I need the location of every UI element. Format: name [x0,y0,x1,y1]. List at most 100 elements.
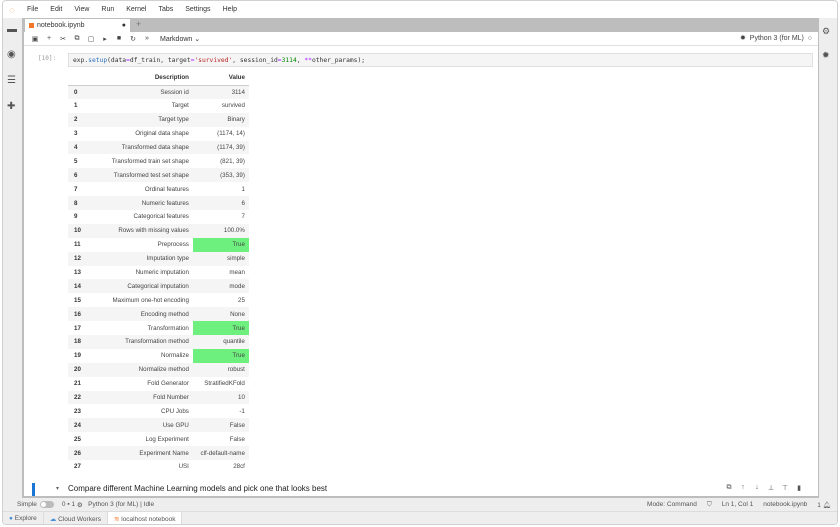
save-icon[interactable]: ▣ [28,35,42,43]
duplicate-cell-icon[interactable]: ⧉ [722,484,736,492]
copy-icon[interactable]: ⧉ [70,35,84,43]
row-value: mode [192,279,249,294]
table-row: 25 Log Experiment False [68,432,249,446]
code-cell-input[interactable]: exp.setup(data=df_train, target='survive… [68,53,813,67]
menu-settings[interactable]: Settings [179,6,216,13]
insert-above-icon[interactable]: ⊥ [764,484,778,492]
table-row: 27 USI 28cf [68,460,249,474]
row-index: 9 [74,213,78,221]
terminal-count[interactable]: 0 [62,501,66,508]
row-description: Imputation type [84,251,193,266]
menu-tabs[interactable]: Tabs [152,6,179,13]
table-row: 5 Transformed train set shape (821, 39) [68,154,249,168]
code-token: 3114 [281,57,297,64]
unsaved-indicator[interactable]: ● [122,22,126,29]
notebook-content: [10]: exp.setup(data=df_train, target='s… [24,46,818,496]
table-row: 8 Numeric features 6 [68,196,249,211]
kernel-count[interactable]: 1 [71,501,75,508]
move-down-icon[interactable]: ↓ [750,484,764,492]
table-row: 6 Transformed test set shape (353, 39) [68,168,249,183]
row-index: 27 [74,463,81,471]
row-value: 1 [241,185,245,193]
row-index: 11 [74,241,81,249]
cut-icon[interactable]: ✂ [56,35,70,43]
insert-below-icon[interactable]: ⊤ [778,484,792,492]
property-inspector-icon[interactable]: ⚙ [822,26,830,37]
stop-icon[interactable]: ■ [112,35,126,42]
table-row: 13 Numeric imputation mean [68,266,249,280]
running-icon[interactable]: ◉ [7,49,16,60]
code-token: setup [88,57,108,64]
menu-kernel[interactable]: Kernel [120,6,152,13]
left-sidebar: ▬ ◉ ☰ ✚ [3,18,22,498]
paste-icon[interactable]: ▢ [84,35,98,43]
debugger-icon[interactable]: ✹ [822,50,830,61]
row-description: Categorical imputation [84,279,193,294]
tab-title: notebook.ipynb [37,22,85,29]
new-tab-button[interactable]: + [133,19,144,32]
row-description: Transformation [147,324,189,332]
header-index [68,71,85,86]
notebook-icon [29,23,34,28]
row-value: True [192,237,249,252]
trust-icon[interactable]: ⛉ [707,501,712,509]
row-description: USI [178,463,189,471]
header-description: Description [84,71,193,86]
header-value: Value [192,71,249,86]
cell-type-select[interactable]: Markdown ⌄ [160,35,200,43]
row-value: True [192,348,249,363]
row-index: 10 [68,223,85,238]
add-cell-icon[interactable]: + [42,35,56,42]
row-index: 16 [68,307,85,322]
row-description: Numeric features [84,196,193,211]
kernel-indicator[interactable]: ✹ Python 3 (for ML) ○ [740,34,812,42]
code-token: exp. [73,57,89,64]
bell-icon[interactable]: 🔔︎ [823,502,831,509]
row-description: Target [171,102,189,110]
folder-icon[interactable]: ▬ [7,24,17,35]
row-description: Numeric imputation [135,269,189,277]
kernel-name: Python 3 (for ML) [749,35,804,42]
extension-icon[interactable]: ✚ [7,101,15,112]
row-value: (1174, 14) [217,130,245,138]
collapse-caret-icon[interactable]: ▾ [56,485,59,492]
toc-icon[interactable]: ☰ [7,75,16,86]
row-index: 8 [68,196,85,211]
menu-run[interactable]: Run [95,6,120,13]
row-description: Log Experiment [145,435,189,443]
right-sidebar: ⚙ ✹ [817,18,837,498]
row-index: 3 [74,130,78,138]
menu-help[interactable]: Help [217,6,243,13]
menu-edit[interactable]: Edit [44,6,68,13]
row-description: Normalize method [84,362,193,377]
menu-file[interactable]: File [21,6,44,13]
row-index: 13 [74,269,81,277]
tab-cloud-workers[interactable]: ☁ Cloud Workers [44,512,108,524]
markdown-cell[interactable]: ▾ Compare different Machine Learning mod… [24,482,818,496]
restart-icon[interactable]: ↻ [126,35,140,43]
row-value: 10 [192,390,249,405]
row-description: Fold Number [84,390,193,405]
tab-notebook[interactable]: notebook.ipynb ● [25,19,130,32]
kernel-status[interactable]: Python 3 (for ML) | Idle [88,501,154,508]
table-row: 15 Maximum one-hot encoding 25 [68,293,249,307]
delete-cell-icon[interactable]: ▮ [792,484,806,492]
jupyter-logo-icon: ◌ [9,4,15,15]
table-row: 14 Categorical imputation mode [68,279,249,294]
run-icon[interactable]: ▸ [98,35,112,43]
row-value: StratifiedKFold [204,380,245,388]
tab-localhost-notebook[interactable]: ≋ localhost notebook [107,512,183,524]
row-value: 7 [241,213,245,221]
table-row: 22 Fold Number 10 [68,390,249,405]
row-value: (821, 39) [220,157,245,165]
simple-mode-toggle[interactable] [39,501,54,508]
cursor-position[interactable]: Ln 1, Col 1 [722,501,753,509]
debug-icon[interactable]: ✹ [740,35,746,42]
row-description: Normalize [161,352,189,360]
move-up-icon[interactable]: ↑ [736,484,750,492]
fast-forward-icon[interactable]: » [140,35,154,42]
tab-explore[interactable]: ● Explore [3,512,44,524]
menu-view[interactable]: View [68,6,95,13]
notification-count: 1 [817,501,821,509]
table-row: 10 Rows with missing values 100.0% [68,223,249,238]
